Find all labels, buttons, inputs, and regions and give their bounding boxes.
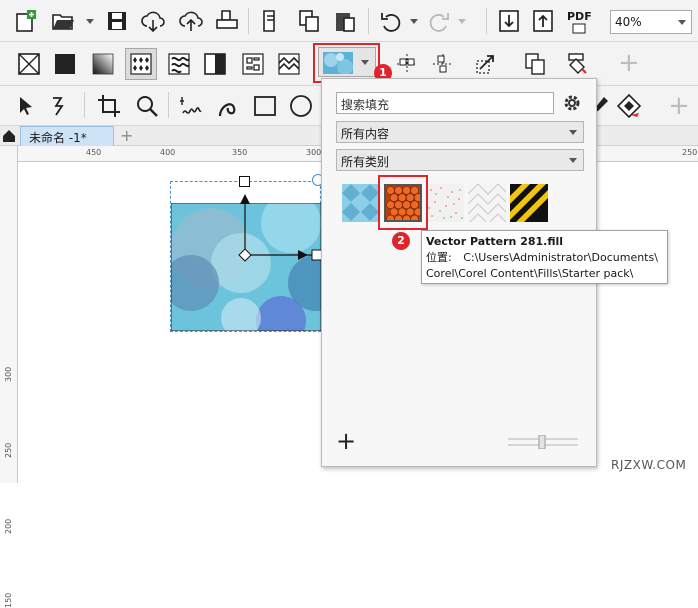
mirror-tiles-icon[interactable] xyxy=(428,49,458,79)
tooltip-path-line1: C:\Users\Administrator\Documents\ xyxy=(463,251,658,264)
ruler-tick-label: 200 xyxy=(4,518,13,534)
add-toolbar-button[interactable]: + xyxy=(618,50,640,76)
vector-pattern-fill-icon[interactable] xyxy=(125,48,157,80)
export-arrow-icon[interactable] xyxy=(528,6,558,36)
category-filter-value: 所有类别 xyxy=(341,155,390,169)
print-icon[interactable] xyxy=(212,6,242,36)
rectangle-tool-icon[interactable] xyxy=(250,91,280,121)
open-dropdown-icon[interactable] xyxy=(86,19,94,24)
thumbnail-size-slider[interactable] xyxy=(508,435,578,449)
fill-thumbnail-white-lattice[interactable] xyxy=(468,184,506,222)
fill-tooltip: Vector Pattern 281.fill 位置: C:\Users\Adm… xyxy=(421,230,668,284)
add-tool-button[interactable]: + xyxy=(668,93,690,119)
toolbar-separator xyxy=(168,92,169,118)
chevron-down-icon xyxy=(569,130,577,135)
pdf-label: PDF xyxy=(567,10,592,23)
tooltip-location-label: 位置: xyxy=(426,251,452,264)
bitmap-pattern-fill-icon[interactable] xyxy=(164,49,194,79)
copy-icon[interactable] xyxy=(294,6,324,36)
standard-toolbar: PDF 40% xyxy=(0,0,698,42)
cloud-download-icon[interactable] xyxy=(138,6,168,36)
artistic-media-icon[interactable] xyxy=(212,91,242,121)
toolbar-separator xyxy=(84,92,85,118)
redo-dropdown-icon xyxy=(458,19,466,24)
add-fill-button[interactable]: + xyxy=(336,429,356,453)
highlight-box-fill-picker xyxy=(313,43,380,83)
postscript-fill-icon[interactable] xyxy=(274,49,304,79)
ruler-tick-label: 150 xyxy=(4,592,13,608)
crop-tool-icon[interactable] xyxy=(94,91,124,121)
document-tab[interactable]: 未命名 -1* xyxy=(20,126,114,146)
fill-thumbnail-speckle[interactable] xyxy=(426,184,464,222)
ruler-tick-label: 350 xyxy=(232,148,248,157)
zoom-level-dropdown[interactable]: 40% xyxy=(610,10,692,34)
category-filter-dropdown[interactable]: 所有类别 xyxy=(336,149,584,171)
freehand-pick-icon[interactable] xyxy=(46,91,76,121)
zoom-value: 40% xyxy=(615,15,642,29)
selection-handle-top[interactable] xyxy=(239,176,250,187)
new-document-icon[interactable] xyxy=(10,6,40,36)
cloud-upload-icon[interactable] xyxy=(176,6,206,36)
fill-thumbnail-blue-geometric[interactable] xyxy=(342,184,380,222)
import-arrow-icon[interactable] xyxy=(494,6,524,36)
ruler-tick-label: 250 xyxy=(4,442,13,458)
ruler-tick-label: 450 xyxy=(86,148,102,157)
chevron-down-icon xyxy=(569,158,577,163)
save-icon[interactable] xyxy=(102,6,132,36)
fill-thumbnail-hazard-stripes[interactable] xyxy=(510,184,548,222)
fountain-fill-icon[interactable] xyxy=(88,49,118,79)
two-color-pattern-icon[interactable] xyxy=(200,49,230,79)
ruler-tick-label: 300 xyxy=(306,148,322,157)
toolbar-separator xyxy=(248,8,249,34)
open-folder-icon[interactable] xyxy=(48,6,78,36)
redo-icon[interactable] xyxy=(424,6,454,36)
transform-handle-icon[interactable] xyxy=(392,49,422,79)
tooltip-path-line2: Corel\Corel Content\Fills\Starter pack\ xyxy=(426,267,634,280)
freehand-tool-icon[interactable] xyxy=(176,91,206,121)
zoom-tool-icon[interactable] xyxy=(132,91,162,121)
pdf-document-icon xyxy=(572,23,586,34)
new-tab-button[interactable]: + xyxy=(120,126,133,145)
paste-icon[interactable] xyxy=(330,6,360,36)
transform-with-object-icon[interactable] xyxy=(470,49,500,79)
pick-tool-icon[interactable] xyxy=(10,91,40,121)
ruler-tick-label: 300 xyxy=(4,366,13,382)
home-icon[interactable] xyxy=(2,129,16,143)
fill-search-placeholder: 搜索填充 xyxy=(341,98,390,112)
export-pdf-button[interactable]: PDF xyxy=(566,10,594,36)
content-filter-dropdown[interactable]: 所有内容 xyxy=(336,121,584,143)
uniform-fill-icon[interactable] xyxy=(50,49,80,79)
document-tab-label: 未命名 -1* xyxy=(29,131,87,145)
fill-transform-handles[interactable] xyxy=(235,190,325,265)
zoom-dropdown-icon xyxy=(678,20,686,25)
ruler-tick-label: 400 xyxy=(160,148,176,157)
content-filter-value: 所有内容 xyxy=(341,127,390,141)
vertical-ruler[interactable]: 300 250 200 150 xyxy=(0,146,18,608)
ellipse-tool-icon[interactable] xyxy=(286,91,316,121)
step-badge-2: 2 xyxy=(392,232,410,250)
undo-icon[interactable] xyxy=(376,6,406,36)
no-fill-icon[interactable] xyxy=(14,49,44,79)
edit-fill-icon[interactable] xyxy=(562,49,592,79)
toolbar-separator xyxy=(368,8,369,34)
copy-fill-icon[interactable] xyxy=(520,49,550,79)
texture-fill-icon[interactable] xyxy=(238,49,268,79)
settings-gear-icon[interactable] xyxy=(562,93,582,113)
tooltip-title: Vector Pattern 281.fill xyxy=(426,235,564,248)
toolbar-separator xyxy=(486,8,487,34)
ruler-tick-label: 250 xyxy=(682,148,698,157)
highlight-box-orange-pattern xyxy=(378,175,428,230)
fill-search-input[interactable]: 搜索填充 xyxy=(336,92,554,114)
import-icon[interactable] xyxy=(256,6,286,36)
undo-dropdown-icon[interactable] xyxy=(410,19,418,24)
watermark: RJZXW.COM xyxy=(611,458,687,472)
interactive-fill-tool-icon[interactable] xyxy=(614,91,644,121)
